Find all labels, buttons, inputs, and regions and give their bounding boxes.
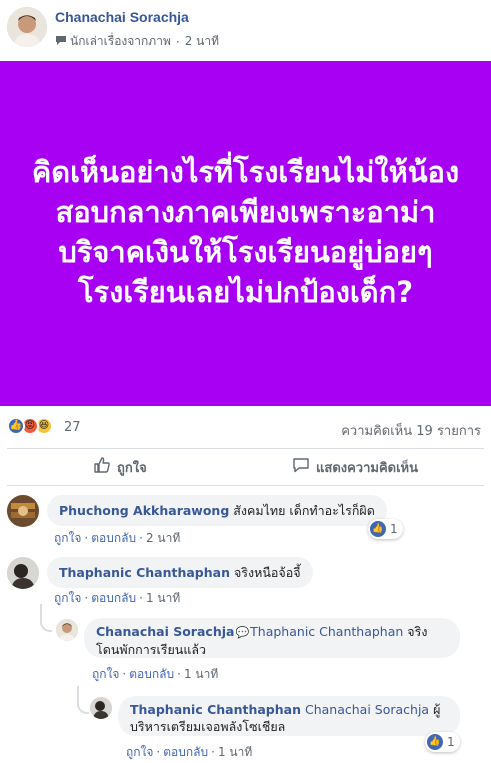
- reply-mention[interactable]: Chanachai Sorachja: [305, 702, 429, 717]
- comment-reaction-count: 1: [390, 522, 398, 536]
- commenter-avatar[interactable]: [7, 495, 39, 527]
- comment-count[interactable]: ความคิดเห็น 19 รายการ: [341, 420, 481, 441]
- reply-bubble: Chanachai Sorachja💬Thaphanic Chanthaphan…: [84, 618, 460, 658]
- reply-author-name[interactable]: Chanachai Sorachja: [96, 624, 234, 639]
- comment-reaction-badge[interactable]: 👍 1: [368, 519, 403, 539]
- post-header: Chanachai Sorachja นักเล่าเรื่องจากภาพ ·…: [0, 0, 491, 60]
- comment-time[interactable]: 2 นาที: [146, 531, 180, 545]
- reply-mention[interactable]: Thaphanic Chanthaphan: [250, 624, 403, 639]
- like-reaction-icon: 👍: [370, 521, 386, 537]
- post-timestamp[interactable]: 2 นาที: [185, 32, 219, 51]
- banner-text: คิดเห็นอย่างไรที่โรงเรียนไม่ให้น้องสอบกล…: [31, 155, 460, 309]
- reply-like-link[interactable]: ถูกใจ: [126, 745, 153, 759]
- speech-bubble-icon: 💬: [235, 626, 250, 639]
- like-reaction-icon: 👍: [7, 417, 25, 435]
- comment-text: สังคมไทย เด็กทำอะไรก็ผิด: [233, 503, 375, 518]
- speech-bubble-icon: [55, 35, 67, 49]
- reply-text-line2: บริหารเตรียมเจอพลังโซเชียล: [130, 719, 286, 734]
- reply: Chanachai Sorachja💬Thaphanic Chanthaphan…: [56, 618, 486, 684]
- comment-actions: ถูกใจ · ตอบกลับ · 2 นาที: [54, 531, 181, 545]
- reply-bubble: Thaphanic Chanthaphan Chanachai Sorachja…: [118, 696, 460, 736]
- reply-actions: ถูกใจ · ตอบกลับ · 1 นาที: [92, 667, 219, 681]
- reply-text-line1: ผู้: [433, 702, 441, 717]
- post-author-name[interactable]: Chanachai Sorachja: [55, 9, 189, 25]
- reply-time[interactable]: 1 นาที: [218, 745, 252, 759]
- reply-avatar[interactable]: [56, 619, 78, 641]
- author-avatar[interactable]: [7, 7, 47, 47]
- post-meta: นักเล่าเรื่องจากภาพ · 2 นาที: [55, 32, 219, 51]
- commenter-name[interactable]: Thaphanic Chanthaphan: [59, 565, 230, 580]
- action-bar: ถูกใจ แสดงความคิดเห็น: [7, 448, 484, 486]
- comment-actions: ถูกใจ · ตอบกลับ · 1 นาที: [54, 591, 181, 605]
- comment-time[interactable]: 1 นาที: [146, 591, 180, 605]
- comment-bubble: Thaphanic Chanthaphan จริงหนือจ้อจี้: [47, 557, 313, 588]
- comment-reply-link[interactable]: ตอบกลับ: [91, 531, 136, 545]
- comment-reply-link[interactable]: ตอบกลับ: [91, 591, 136, 605]
- reply-author-name[interactable]: Thaphanic Chanthaphan: [130, 702, 301, 717]
- comment: Thaphanic Chanthaphan จริงหนือจ้อจี้ ถูก…: [7, 557, 487, 607]
- comment-icon: [292, 456, 310, 478]
- reply-thread-line: [77, 686, 89, 714]
- commenter-avatar[interactable]: [7, 557, 39, 589]
- reply-avatar[interactable]: [90, 697, 112, 719]
- reply: Thaphanic Chanthaphan Chanachai Sorachja…: [90, 696, 486, 762]
- post-banner[interactable]: คิดเห็นอย่างไรที่โรงเรียนไม่ให้น้องสอบกล…: [0, 61, 491, 406]
- reply-reply-link[interactable]: ตอบกลับ: [129, 667, 174, 681]
- comment-button[interactable]: แสดงความคิดเห็น: [292, 449, 418, 485]
- comment: Phuchong Akkharawong สังคมไทย เด็กทำอะไร…: [7, 495, 487, 550]
- reply-thread-line: [40, 604, 52, 632]
- meta-separator: ·: [175, 34, 180, 49]
- reply-like-link[interactable]: ถูกใจ: [92, 667, 119, 681]
- comment-bubble: Phuchong Akkharawong สังคมไทย เด็กทำอะไร…: [47, 495, 387, 526]
- like-reaction-icon: 👍: [427, 734, 443, 750]
- thumbs-up-icon: [93, 456, 111, 478]
- reply-reply-link[interactable]: ตอบกลับ: [163, 745, 208, 759]
- commenter-name[interactable]: Phuchong Akkharawong: [59, 503, 229, 518]
- reaction-icons[interactable]: 👍 😡 😆: [7, 417, 53, 435]
- reply-time[interactable]: 1 นาที: [184, 667, 218, 681]
- post-source-label[interactable]: นักเล่าเรื่องจากภาพ: [70, 32, 171, 51]
- reaction-count[interactable]: 27: [64, 420, 81, 435]
- like-button-label: ถูกใจ: [117, 460, 147, 476]
- reaction-summary: 👍 😡 😆 27 ความคิดเห็น 19 รายการ: [0, 411, 491, 441]
- comment-button-label: แสดงความคิดเห็น: [316, 460, 419, 476]
- reply-reaction-badge[interactable]: 👍 1: [425, 732, 460, 752]
- reply-reaction-count: 1: [447, 735, 455, 749]
- reply-text-line2: โดนพักการเรียนแล้ว: [96, 642, 207, 657]
- comment-text: จริงหนือจ้อจี้: [233, 565, 301, 580]
- reply-actions: ถูกใจ · ตอบกลับ · 1 นาที: [126, 745, 253, 759]
- reply-text-line1: จริง: [407, 624, 428, 639]
- like-button[interactable]: ถูกใจ: [93, 449, 147, 485]
- comment-like-link[interactable]: ถูกใจ: [54, 531, 81, 545]
- comment-like-link[interactable]: ถูกใจ: [54, 591, 81, 605]
